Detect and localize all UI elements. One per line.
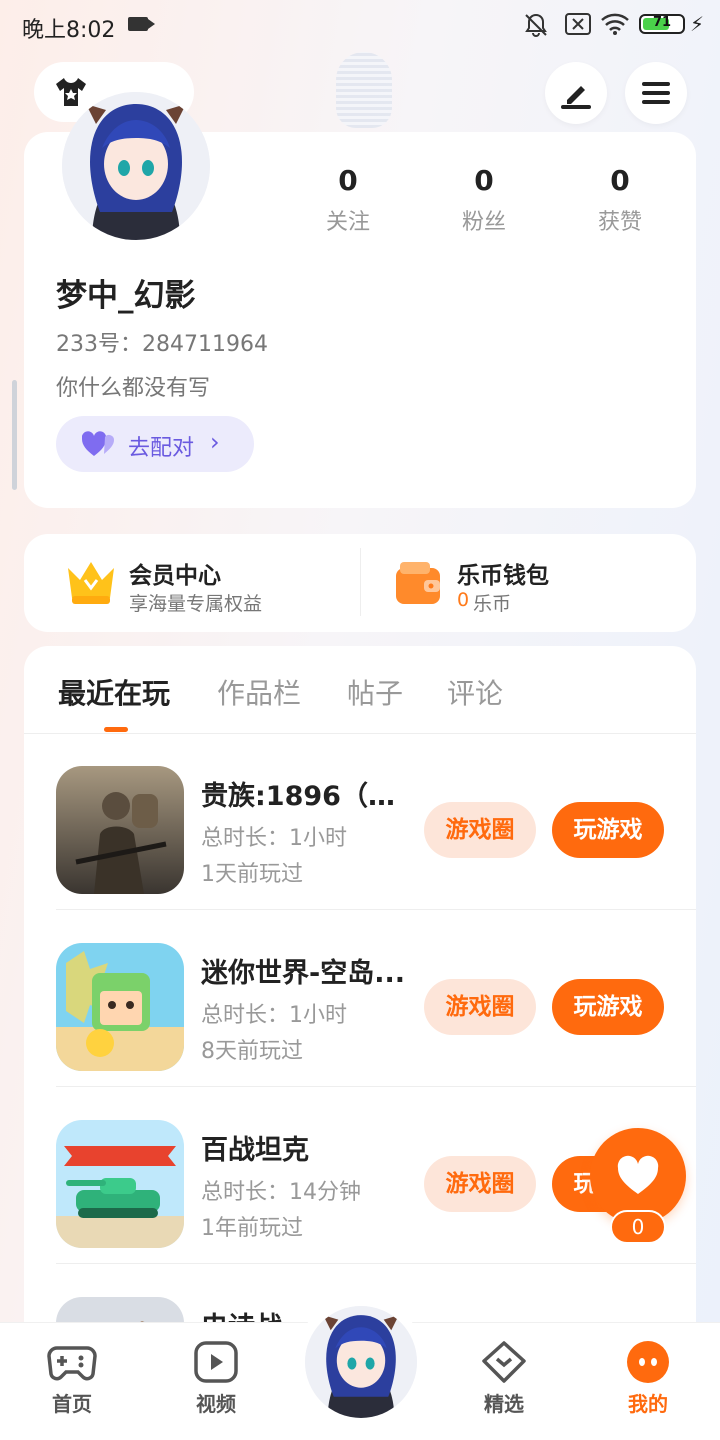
following-label[interactable]: 关注 [288,204,408,236]
following-count[interactable]: 0 [288,164,408,197]
divider [360,548,361,616]
game-circle-button[interactable]: 游戏圈 [424,802,536,858]
list-item[interactable]: 迷你世界-空岛... 总时长：1小时 8天前玩过 游戏圈 玩游戏 [56,911,696,1087]
avatar[interactable] [62,92,210,240]
menu-icon [642,82,670,104]
row-divider [56,1263,696,1264]
game-last-played: 1年前玩过 [201,1216,303,1241]
wallet-icon[interactable] [394,560,442,606]
nav-label: 精选 [484,1392,524,1416]
game-icon-tank[interactable] [56,1120,184,1248]
shirt-icon [56,78,86,106]
tab-comments[interactable]: 评论 [447,672,503,712]
game-circle-button[interactable]: 游戏圈 [424,1156,536,1212]
video-icon [194,1341,238,1383]
mute-bell-icon [525,13,547,37]
heart-diamond-icon [482,1341,526,1383]
edit-button[interactable] [545,62,607,124]
gamepad-icon [47,1346,97,1381]
game-icon-mini-world[interactable] [56,943,184,1071]
center-nav-avatar[interactable] [305,1306,417,1418]
crown-icon[interactable] [64,556,118,606]
menu-button[interactable] [625,62,687,124]
game-name: 迷你世界-空岛... [201,958,405,989]
row-divider [56,909,696,910]
nav-label: 视频 [196,1392,236,1416]
game-icon-soldier[interactable] [56,766,184,894]
nav-label: 我的 [628,1392,668,1416]
game-circle-button[interactable]: 游戏圈 [424,979,536,1035]
tab-works[interactable]: 作品栏 [217,672,301,712]
me-icon [627,1341,669,1383]
likes-label[interactable]: 获赞 [560,204,680,236]
tab-posts[interactable]: 帖子 [347,672,403,712]
status-time: 晚上8:02 [22,18,116,43]
microphone-decoration [336,52,392,128]
bio-text[interactable]: 你什么都没有写 [56,370,210,402]
wallet-amount: 0 [457,589,470,611]
nav-label: 首页 [52,1392,92,1416]
tab-recent-play[interactable]: 最近在玩 [58,672,170,712]
battery-level: 71 [652,15,672,30]
game-name: 贵族:1896（破... [201,781,411,812]
like-count-badge: 0 [610,1210,666,1244]
likes-count[interactable]: 0 [560,164,680,197]
nav-video[interactable]: 视频 [166,1340,266,1417]
user-id[interactable]: 233号：284711964 [56,326,268,358]
wifi-icon [601,13,629,35]
list-item[interactable]: 贵族:1896（破... 总时长：1小时 1天前玩过 游戏圈 玩游戏 [56,734,696,910]
charging-icon: ⚡ [690,12,705,36]
anime-avatar-image [62,92,210,240]
tab-indicator [104,727,128,732]
fans-count[interactable]: 0 [424,164,544,197]
double-heart-icon [82,431,114,456]
nav-home[interactable]: 首页 [22,1340,122,1417]
vip-center-subtitle: 享海量专属权益 [129,593,263,615]
anime-avatar-image [305,1306,417,1418]
game-name: 百战坦克 [201,1135,309,1166]
pen-icon [561,86,591,109]
game-last-played: 8天前玩过 [201,1039,303,1064]
fans-label[interactable]: 粉丝 [424,204,544,236]
battery-icon: 71 [639,14,685,34]
game-duration: 总时长：14分钟 [201,1180,361,1205]
game-duration: 总时长：1小时 [201,826,347,851]
sim-error-icon [565,13,591,35]
nav-featured[interactable]: 精选 [454,1340,554,1417]
match-label: 去配对 [128,436,195,461]
play-game-button[interactable]: 玩游戏 [552,802,664,858]
camera-icon [128,17,155,31]
scroll-indicator [12,380,17,490]
game-last-played: 1天前玩过 [201,862,303,887]
username: 梦中_幻影 [56,278,196,314]
row-divider [56,1086,696,1087]
chevron-right-icon: › [210,428,220,456]
play-game-button[interactable]: 玩游戏 [552,979,664,1035]
nav-me[interactable]: 我的 [598,1340,698,1417]
vip-center-title[interactable]: 会员中心 [129,556,221,590]
wallet-title[interactable]: 乐币钱包 [457,556,549,590]
game-duration: 总时长：1小时 [201,1003,347,1028]
wallet-unit: 乐币 [473,593,512,615]
